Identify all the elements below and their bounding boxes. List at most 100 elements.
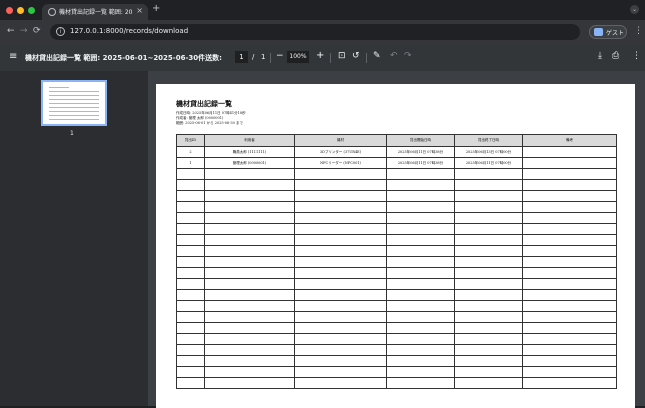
empty-table-row: [176, 377, 617, 389]
empty-table-cell: [386, 201, 455, 213]
empty-table-cell: [176, 322, 205, 334]
empty-table-cell: [454, 311, 523, 323]
zoom-in-button[interactable]: +: [316, 50, 324, 61]
empty-table-cell: [176, 190, 205, 202]
new-tab-button[interactable]: +: [152, 3, 160, 14]
rotate-icon[interactable]: ↺: [352, 51, 360, 61]
empty-table-cell: [294, 377, 387, 389]
empty-table-cell: [522, 223, 617, 235]
site-info-icon[interactable]: i: [56, 27, 65, 36]
table-cell: [522, 146, 617, 158]
empty-table-row: [176, 278, 617, 290]
undo-icon[interactable]: ↶: [390, 51, 398, 61]
empty-table-cell: [386, 300, 455, 312]
empty-table-cell: [176, 234, 205, 246]
empty-table-row: [176, 267, 617, 279]
empty-table-cell: [386, 168, 455, 180]
table-row: 1 管理太郎 (0000001) NFCリーダー (NFC001) 2025年0…: [176, 157, 617, 169]
more-actions-icon[interactable]: ⋮: [632, 51, 641, 61]
annotate-pen-icon[interactable]: ✎: [373, 51, 381, 61]
empty-table-cell: [522, 322, 617, 334]
zoom-level-input[interactable]: 100%: [287, 51, 309, 63]
empty-table-cell: [454, 201, 523, 213]
empty-table-cell: [454, 355, 523, 367]
empty-table-cell: [294, 234, 387, 246]
empty-table-cell: [386, 190, 455, 202]
forward-button[interactable]: →: [20, 26, 28, 36]
column-header: 利用者: [204, 134, 295, 147]
empty-table-row: [176, 256, 617, 268]
toolbar-divider: [270, 53, 271, 63]
empty-table-cell: [204, 278, 295, 290]
empty-table-cell: [294, 201, 387, 213]
empty-table-cell: [454, 344, 523, 356]
empty-table-cell: [386, 377, 455, 389]
tab-search-icon[interactable]: ⌄: [630, 5, 639, 14]
column-header: 備考: [522, 134, 617, 147]
fit-page-icon[interactable]: ⊡: [338, 51, 346, 61]
empty-table-cell: [454, 278, 523, 290]
maximize-window-button[interactable]: [28, 7, 35, 14]
globe-icon: [48, 8, 56, 16]
empty-table-cell: [386, 223, 455, 235]
empty-table-cell: [522, 179, 617, 191]
tab-active[interactable]: 機材貸出記録一覧 範囲: 2025- ×: [42, 4, 148, 20]
column-header: 貸出終了日時: [454, 134, 523, 147]
empty-table-cell: [204, 377, 295, 389]
empty-table-cell: [204, 256, 295, 268]
empty-table-cell: [386, 245, 455, 257]
empty-table-row: [176, 179, 617, 191]
table-row: 2 職員太郎 (1111111) 3Dプリンター (37UR4E) 2025年0…: [176, 146, 617, 158]
page-thumbnail[interactable]: [41, 80, 107, 126]
empty-table-row: [176, 190, 617, 202]
empty-table-cell: [294, 300, 387, 312]
empty-table-cell: [176, 267, 205, 279]
empty-table-cell: [204, 267, 295, 279]
empty-table-cell: [522, 256, 617, 268]
browser-toolbar: ← → ⟳ i 127.0.0.1:8000/records/download …: [0, 20, 645, 44]
empty-table-row: [176, 366, 617, 378]
profile-button[interactable]: ゲスト: [589, 25, 627, 39]
empty-table-cell: [176, 223, 205, 235]
print-icon[interactable]: ⎙: [612, 51, 619, 61]
pdf-toolbar: ≡ 機材貸出記録一覧 範囲: 2025-06-01~2025-06-30件送数:…: [0, 44, 645, 71]
table-cell: 職員太郎 (1111111): [204, 146, 295, 158]
empty-table-cell: [386, 311, 455, 323]
empty-table-cell: [454, 377, 523, 389]
empty-table-cell: [176, 168, 205, 180]
empty-table-cell: [294, 355, 387, 367]
empty-table-cell: [204, 289, 295, 301]
minimize-window-button[interactable]: [17, 7, 24, 14]
empty-table-cell: [522, 212, 617, 224]
reload-button[interactable]: ⟳: [33, 26, 41, 36]
empty-table-cell: [294, 267, 387, 279]
toolbar-divider: [366, 53, 367, 63]
zoom-out-button[interactable]: −: [276, 51, 284, 61]
empty-table-cell: [386, 267, 455, 279]
empty-table-cell: [204, 223, 295, 235]
empty-table-cell: [386, 322, 455, 334]
url-text[interactable]: 127.0.0.1:8000/records/download: [70, 27, 188, 35]
page-number-input[interactable]: 1: [235, 51, 248, 63]
empty-table-cell: [294, 366, 387, 378]
empty-table-row: [176, 234, 617, 246]
empty-table-cell: [204, 366, 295, 378]
redo-icon[interactable]: ↷: [404, 51, 412, 61]
download-icon[interactable]: ⤓: [598, 51, 602, 61]
table-cell: [522, 157, 617, 169]
empty-table-cell: [454, 322, 523, 334]
empty-table-cell: [176, 278, 205, 290]
empty-table-cell: [204, 333, 295, 345]
close-window-button[interactable]: [6, 7, 13, 14]
empty-table-cell: [176, 289, 205, 301]
records-table: 貸出ID 利用者 機材 貸出開始日時 貸出終了日時 備考 2 職員太郎 (111…: [176, 134, 617, 389]
address-bar[interactable]: i 127.0.0.1:8000/records/download: [50, 24, 580, 40]
empty-table-cell: [386, 256, 455, 268]
empty-table-row: [176, 223, 617, 235]
close-tab-icon[interactable]: ×: [136, 6, 143, 15]
empty-table-cell: [454, 267, 523, 279]
browser-menu-icon[interactable]: ⋮: [634, 26, 643, 36]
back-button[interactable]: ←: [7, 26, 15, 36]
empty-table-cell: [294, 190, 387, 202]
sidebar-menu-icon[interactable]: ≡: [9, 51, 17, 62]
